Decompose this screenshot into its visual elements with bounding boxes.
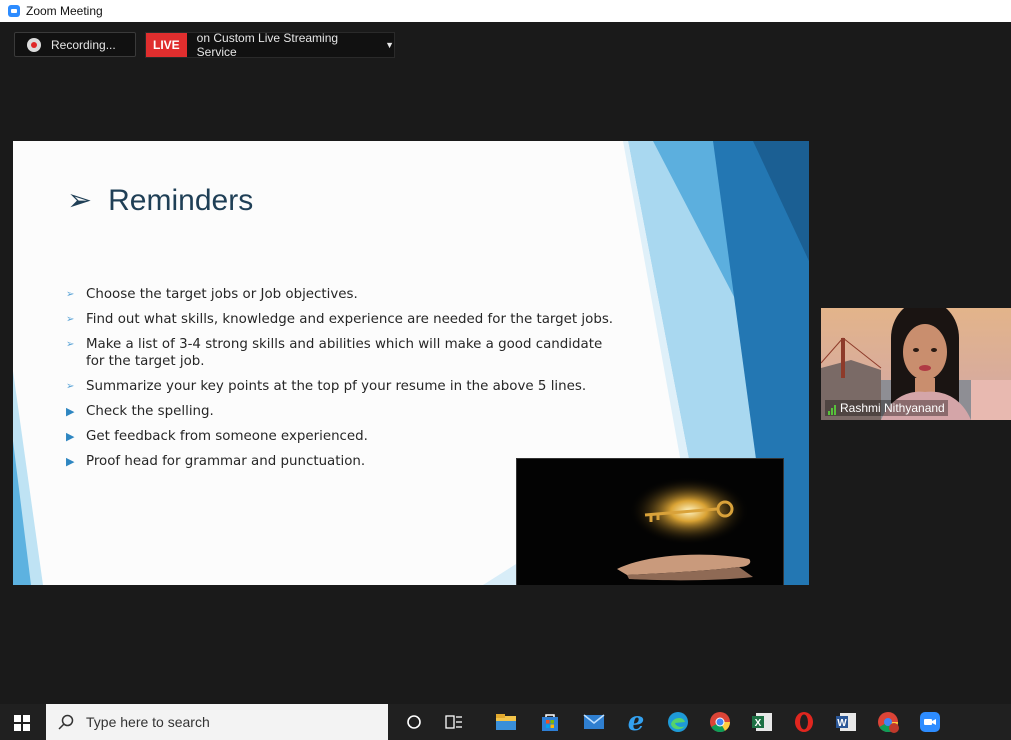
outline-arrow-bullet-icon: ➢ bbox=[66, 381, 75, 392]
zoom-app-icon bbox=[8, 5, 20, 17]
arrow-bullet-icon: ➢ bbox=[67, 184, 93, 217]
zoom-icon[interactable] bbox=[918, 710, 942, 734]
signal-strength-icon bbox=[828, 404, 836, 415]
participant-name: Rashmi Nithyanand bbox=[840, 401, 945, 415]
svg-text:X: X bbox=[755, 718, 762, 729]
bullet-item: ➢ Summarize your key points at the top pf… bbox=[65, 378, 615, 395]
taskbar-search-box[interactable]: Type here to search bbox=[46, 704, 388, 740]
live-stream-dropdown[interactable]: LIVE on Custom Live Streaming Service ▼ bbox=[145, 31, 395, 59]
participant-video-tile[interactable]: Rashmi Nithyanand bbox=[821, 308, 1011, 420]
slide-title-text: Reminders bbox=[108, 184, 254, 217]
cortana-icon[interactable] bbox=[402, 710, 426, 734]
bullet-item: ▶ Check the spelling. bbox=[65, 403, 615, 420]
chrome-profile-icon[interactable] bbox=[876, 710, 900, 734]
bullet-text: Proof head for grammar and punctuation. bbox=[86, 454, 366, 469]
word-icon[interactable]: W bbox=[834, 710, 858, 734]
meeting-area: Recording... LIVE on Custom Live Streami… bbox=[7, 22, 1011, 704]
bullet-text: Check the spelling. bbox=[86, 404, 214, 419]
golden-key-image bbox=[516, 458, 784, 585]
live-badge: LIVE bbox=[146, 33, 187, 57]
recording-label: Recording... bbox=[51, 37, 116, 52]
windows-start-icon[interactable] bbox=[14, 715, 30, 731]
solid-triangle-bullet-icon: ▶ bbox=[66, 430, 75, 443]
internet-explorer-icon[interactable]: e bbox=[624, 709, 648, 735]
store-icon[interactable] bbox=[538, 710, 562, 734]
opera-icon[interactable] bbox=[792, 710, 816, 734]
slide-title: ➢ Reminders bbox=[67, 183, 253, 218]
search-placeholder: Type here to search bbox=[86, 714, 210, 730]
outline-arrow-bullet-icon: ➢ bbox=[66, 314, 75, 325]
live-service-label: on Custom Live Streaming Service bbox=[196, 31, 339, 59]
outline-arrow-bullet-icon: ➢ bbox=[66, 339, 75, 350]
bullet-item: ➢ Make a list of 3-4 strong skills and ab… bbox=[65, 336, 615, 370]
shared-screen-slide: ➢ Reminders ➢ Choose the target jobs or Jo… bbox=[13, 141, 809, 585]
window-title: Zoom Meeting bbox=[26, 4, 103, 18]
file-explorer-icon[interactable] bbox=[494, 710, 518, 734]
windows-taskbar: Type here to search e X W bbox=[0, 704, 1011, 740]
bullet-text: Find out what skills, knowledge and expe… bbox=[86, 312, 614, 327]
bullet-item: ➢ Find out what skills, knowledge and exp… bbox=[65, 311, 615, 328]
record-icon bbox=[27, 37, 41, 52]
window-titlebar: Zoom Meeting bbox=[0, 0, 1011, 22]
bullet-text: Summarize your key points at the top pf … bbox=[86, 379, 587, 394]
svg-text:W: W bbox=[837, 718, 847, 729]
bullet-text: Choose the target jobs or Job objectives… bbox=[86, 287, 358, 302]
solid-triangle-bullet-icon: ▶ bbox=[66, 405, 75, 418]
bullet-text: Make a list of 3-4 strong skills and abi… bbox=[86, 337, 603, 369]
mail-icon[interactable] bbox=[582, 710, 606, 734]
outline-arrow-bullet-icon: ➢ bbox=[66, 289, 75, 300]
task-view-icon[interactable] bbox=[442, 710, 466, 734]
edge-icon[interactable] bbox=[666, 710, 690, 734]
search-icon bbox=[58, 714, 74, 730]
chevron-down-icon: ▼ bbox=[385, 40, 394, 50]
excel-icon[interactable]: X bbox=[750, 710, 774, 734]
participant-name-tag: Rashmi Nithyanand bbox=[825, 400, 948, 416]
chrome-icon[interactable] bbox=[708, 710, 732, 734]
bullet-item: ▶ Get feedback from someone experienced. bbox=[65, 428, 615, 445]
solid-triangle-bullet-icon: ▶ bbox=[66, 455, 75, 468]
bullet-text: Get feedback from someone experienced. bbox=[86, 429, 368, 444]
recording-indicator[interactable]: Recording... bbox=[14, 32, 136, 57]
slide-bullet-list: ➢ Choose the target jobs or Job objective… bbox=[65, 286, 615, 478]
bullet-item: ➢ Choose the target jobs or Job objective… bbox=[65, 286, 615, 303]
